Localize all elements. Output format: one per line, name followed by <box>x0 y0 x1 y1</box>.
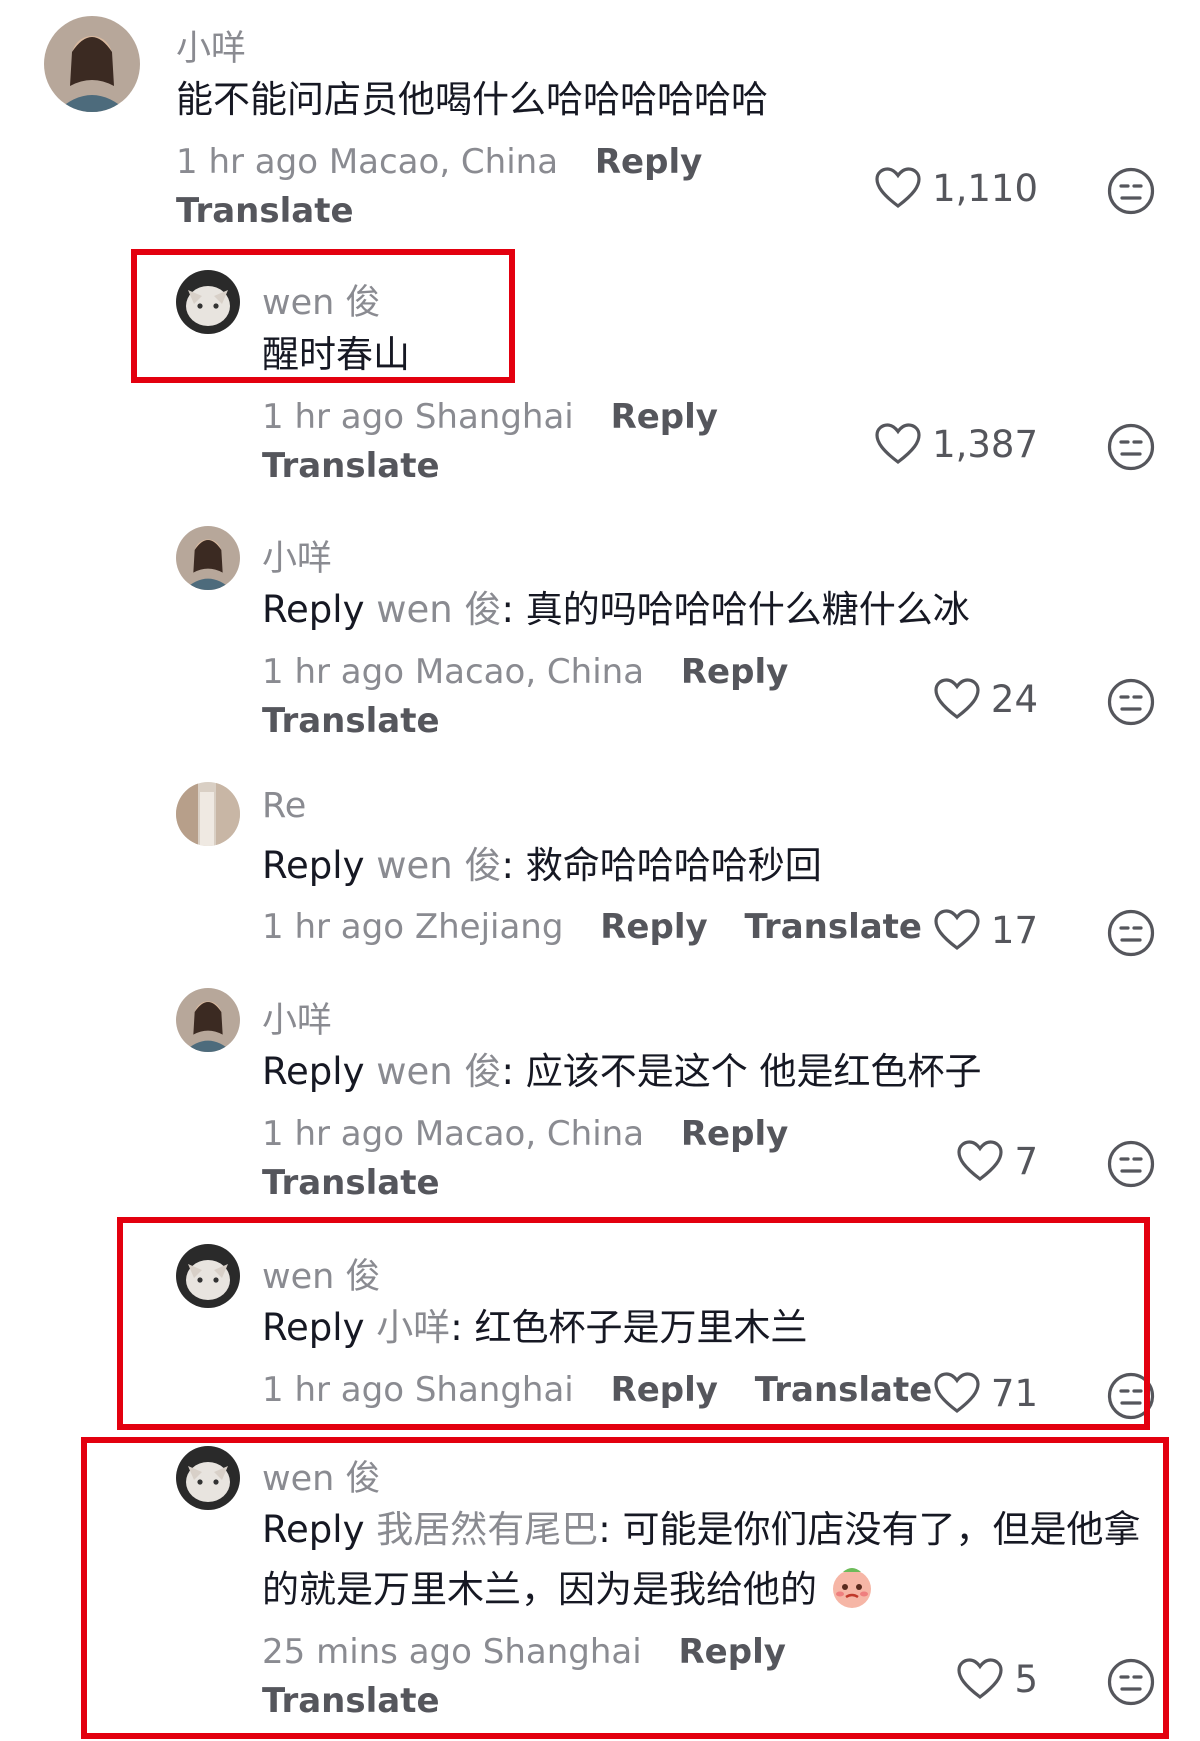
comment-location: Macao, China <box>414 1114 645 1154</box>
translate-button[interactable]: Translate <box>262 701 440 741</box>
reply-body: : 应该不是这个 他是红色杯子 <box>501 1050 982 1093</box>
comment-location: Shanghai <box>414 397 574 437</box>
like-button[interactable]: 7 <box>798 1139 1038 1183</box>
reply-target[interactable]: wen 俊 <box>376 844 501 887</box>
like-button[interactable]: 17 <box>798 908 1038 952</box>
avatar[interactable] <box>176 782 240 846</box>
comment-username[interactable]: 小咩 <box>262 992 332 1043</box>
comment-meta: 1 hr ago Macao, China Reply <box>262 652 788 692</box>
comment-username[interactable]: 小咩 <box>262 530 332 581</box>
comment-time: 1 hr ago <box>176 142 318 182</box>
like-count: 24 <box>990 677 1038 721</box>
reply-button[interactable]: Reply <box>595 142 702 182</box>
comment-text: Reply wen 俊: 应该不是这个 他是红色杯子 <box>262 1042 982 1102</box>
avatar[interactable] <box>44 16 140 112</box>
like-button[interactable]: 1,110 <box>798 166 1038 210</box>
neutral-face-icon[interactable] <box>1106 677 1156 727</box>
translate-button[interactable]: Translate <box>262 1163 440 1203</box>
neutral-face-icon[interactable] <box>1106 422 1156 472</box>
comment-meta: 1 hr ago Macao, China Reply <box>262 1114 788 1154</box>
reply-prefix: Reply <box>262 1050 365 1093</box>
comment-text: 能不能问店员他喝什么哈哈哈哈哈哈 <box>176 78 768 121</box>
comment-username[interactable]: 小咩 <box>176 20 246 71</box>
reply-target[interactable]: wen 俊 <box>376 588 501 631</box>
reply-body: : 真的吗哈哈哈什么糖什么冰 <box>501 588 970 631</box>
comment-location: Zhejiang <box>414 907 564 947</box>
reply-body: : 救命哈哈哈哈秒回 <box>501 844 822 887</box>
avatar[interactable] <box>176 988 240 1052</box>
comment-time: 1 hr ago <box>262 1114 404 1154</box>
comment-time: 1 hr ago <box>262 397 404 437</box>
heart-outline-icon <box>934 678 980 720</box>
neutral-face-icon[interactable] <box>1106 908 1156 958</box>
like-count: 1,110 <box>932 166 1038 210</box>
reply-button[interactable]: Reply <box>611 397 718 437</box>
reply-button[interactable]: Reply <box>681 1114 788 1154</box>
like-button[interactable]: 1,387 <box>798 422 1038 466</box>
reply-button[interactable]: Reply <box>600 907 707 947</box>
comment-meta: 1 hr ago Shanghai Reply <box>262 397 718 437</box>
comment-time: 1 hr ago <box>262 907 404 947</box>
comment-text: Reply wen 俊: 真的吗哈哈哈什么糖什么冰 <box>262 580 970 640</box>
highlight-box <box>117 1217 1150 1430</box>
reply-button[interactable]: Reply <box>681 652 788 692</box>
heart-outline-icon <box>875 167 921 209</box>
like-count: 17 <box>990 908 1038 952</box>
reply-target[interactable]: wen 俊 <box>376 1050 501 1093</box>
heart-outline-icon <box>934 909 980 951</box>
comment-location: Macao, China <box>328 142 559 182</box>
comment-location: Macao, China <box>414 652 645 692</box>
highlight-box <box>81 1437 1169 1739</box>
neutral-face-icon[interactable] <box>1106 166 1156 216</box>
avatar[interactable] <box>176 526 240 590</box>
comment-meta: 1 hr ago Macao, China Reply <box>176 142 702 182</box>
heart-outline-icon <box>875 423 921 465</box>
like-count: 1,387 <box>932 422 1038 466</box>
translate-button[interactable]: Translate <box>262 446 440 486</box>
reply-prefix: Reply <box>262 844 365 887</box>
comment-username[interactable]: Re <box>262 786 306 826</box>
heart-outline-icon <box>957 1140 1004 1182</box>
highlight-box <box>131 249 515 383</box>
comment-text: Reply wen 俊: 救命哈哈哈哈秒回 <box>262 836 822 896</box>
like-button[interactable]: 24 <box>798 677 1038 721</box>
neutral-face-icon[interactable] <box>1106 1139 1156 1189</box>
comment-time: 1 hr ago <box>262 652 404 692</box>
translate-button[interactable]: Translate <box>176 191 354 231</box>
like-count: 7 <box>1014 1139 1038 1183</box>
reply-prefix: Reply <box>262 588 365 631</box>
